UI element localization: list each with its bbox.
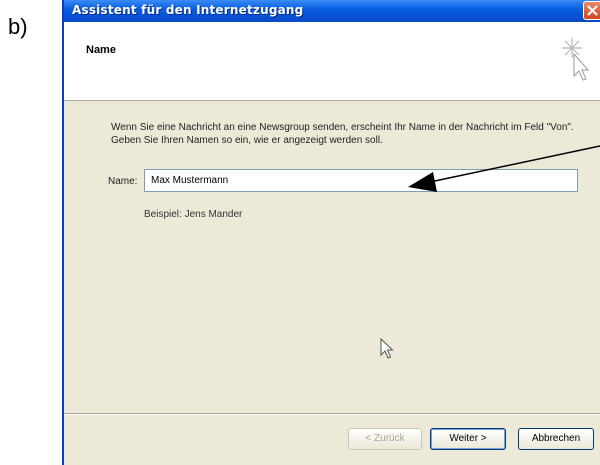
annotation-arrow [408, 145, 600, 192]
